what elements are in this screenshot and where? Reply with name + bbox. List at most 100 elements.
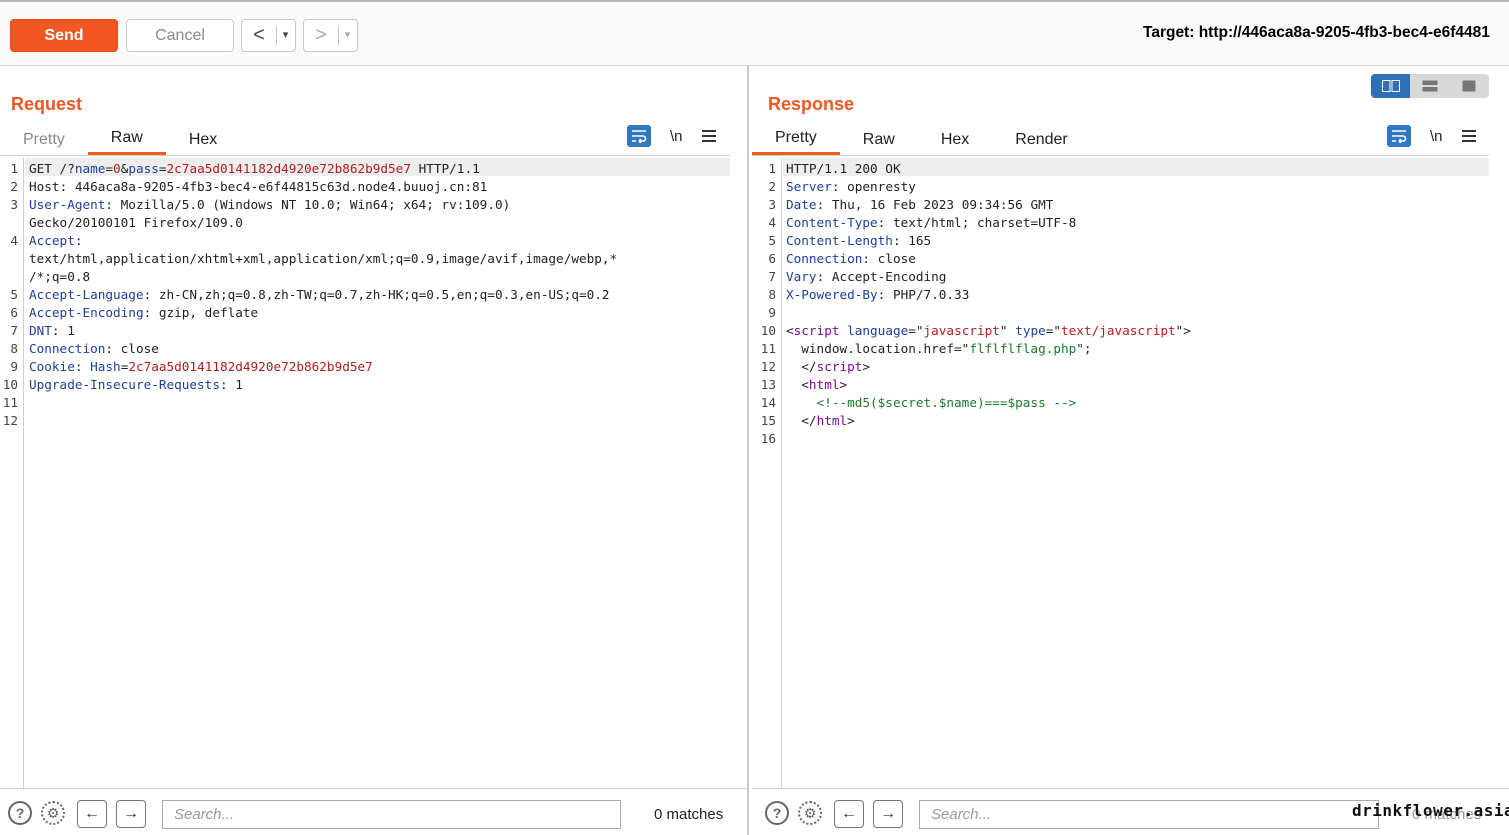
newline-toggle-icon[interactable]: \n bbox=[1430, 128, 1448, 145]
history-forward-control[interactable]: > ▾ bbox=[303, 19, 358, 52]
code-token: language bbox=[847, 323, 909, 338]
word-wrap-icon[interactable] bbox=[627, 125, 651, 147]
search-next-button[interactable]: → bbox=[873, 800, 903, 828]
search-prev-button[interactable]: ← bbox=[77, 800, 107, 828]
search-input[interactable]: Search... bbox=[919, 800, 1379, 829]
code-token: Connection bbox=[29, 341, 106, 356]
code-token: : bbox=[74, 233, 83, 248]
word-wrap-icon[interactable] bbox=[1387, 125, 1411, 147]
send-button[interactable]: Send bbox=[10, 19, 118, 52]
line-number: 8 bbox=[768, 287, 776, 302]
code-token: : 1 bbox=[219, 377, 243, 392]
code-line: Server: openresty bbox=[786, 178, 916, 196]
code-token: =" bbox=[908, 323, 924, 338]
back-arrow-icon[interactable]: < bbox=[242, 24, 276, 47]
tab-pretty[interactable]: Pretty bbox=[752, 124, 840, 155]
code-token: X-Powered-By bbox=[786, 287, 878, 302]
forward-arrow-icon[interactable]: > bbox=[304, 24, 338, 47]
line-number: 9 bbox=[10, 359, 18, 374]
match-count: 0 matches bbox=[654, 806, 724, 823]
response-editor[interactable]: 1 HTTP/1.1 200 OK 2 Server: openresty 3 Date:… bbox=[752, 158, 1489, 788]
line-number: 4 bbox=[10, 233, 18, 248]
back-dropdown-icon[interactable]: ▾ bbox=[276, 26, 294, 45]
response-title: Response bbox=[768, 94, 855, 114]
code-token: : close bbox=[862, 251, 916, 266]
code-token: /*;q=0.8 bbox=[29, 269, 91, 284]
code-line: Accept: bbox=[29, 232, 82, 250]
code-token: > bbox=[862, 359, 871, 374]
single-pane-icon[interactable] bbox=[1449, 74, 1488, 98]
line-number: 12 bbox=[760, 359, 776, 374]
forward-dropdown-icon[interactable]: ▾ bbox=[338, 26, 356, 45]
code-token: Date bbox=[786, 197, 817, 212]
code-token: Content-Type bbox=[786, 215, 878, 230]
help-icon[interactable]: ? bbox=[8, 801, 32, 825]
tabs-underline bbox=[752, 155, 1489, 156]
line-number: 6 bbox=[768, 251, 776, 266]
line-number: 15 bbox=[760, 413, 776, 428]
code-token: : openresty bbox=[831, 179, 916, 194]
line-number: 11 bbox=[2, 395, 18, 410]
panel-divider[interactable] bbox=[747, 66, 749, 835]
tab-raw[interactable]: Raw bbox=[87, 124, 166, 155]
code-token: : 1 bbox=[51, 323, 75, 338]
code-token: = bbox=[105, 161, 114, 176]
gear-icon[interactable]: ⚙ bbox=[41, 801, 65, 825]
search-prev-button[interactable]: ← bbox=[834, 800, 864, 828]
tab-raw[interactable]: Raw bbox=[840, 124, 918, 155]
search-input[interactable]: Search... bbox=[162, 800, 621, 829]
gear-icon[interactable]: ⚙ bbox=[798, 801, 822, 825]
code-token: Accept-Encoding bbox=[29, 305, 144, 320]
tab-render[interactable]: Render bbox=[992, 124, 1090, 155]
layout-toggle bbox=[1371, 74, 1489, 98]
code-token: " bbox=[999, 323, 1016, 338]
tabs-underline bbox=[0, 155, 730, 156]
tab-pretty[interactable]: Pretty bbox=[0, 124, 88, 155]
request-editor[interactable]: 1 GET /?name=0&pass=2c7aa5d0141182d4920e7… bbox=[0, 158, 730, 788]
line-number: 4 bbox=[768, 215, 776, 230]
code-line: Accept-Language: zh-CN,zh;q=0.8,zh-TW;q=… bbox=[29, 286, 610, 304]
request-tabs: Pretty Raw Hex bbox=[0, 124, 240, 158]
code-line: <html> bbox=[786, 376, 847, 394]
code-line: Connection: close bbox=[786, 250, 916, 268]
code-token: "; bbox=[1076, 341, 1092, 356]
tab-hex[interactable]: Hex bbox=[918, 124, 992, 155]
code-token: Accept bbox=[29, 233, 75, 248]
code-token: : PHP/7.0.33 bbox=[877, 287, 970, 302]
target-url[interactable]: Target: http://446aca8a-9205-4fb3-bec4-e… bbox=[1143, 24, 1490, 42]
code-line: Vary: Accept-Encoding bbox=[786, 268, 946, 286]
code-token: Connection bbox=[786, 251, 863, 266]
code-token: Vary bbox=[786, 269, 817, 284]
code-token: : bbox=[74, 359, 91, 374]
response-search-bar: ? ⚙ ← → Search... 0 matches drinkflower.… bbox=[752, 788, 1509, 835]
code-token: : Mozilla/5.0 (Windows NT 10.0; Win64; x… bbox=[105, 197, 511, 212]
code-token: GET /? bbox=[29, 161, 75, 176]
code-line: Date: Thu, 16 Feb 2023 09:34:56 GMT bbox=[786, 196, 1053, 214]
code-token: HTTP/1.1 200 OK bbox=[786, 161, 901, 176]
split-vertical-icon[interactable] bbox=[1410, 74, 1449, 98]
code-token: : 446aca8a-9205-4fb3-bec4-e6f44815c63d.n… bbox=[59, 179, 488, 194]
code-token: html bbox=[808, 377, 840, 392]
search-next-button[interactable]: → bbox=[116, 800, 146, 828]
code-token: : Thu, 16 Feb 2023 09:34:56 GMT bbox=[816, 197, 1054, 212]
help-icon[interactable]: ? bbox=[765, 801, 789, 825]
line-number: 5 bbox=[10, 287, 18, 302]
code-token: > bbox=[839, 377, 848, 392]
code-line: DNT: 1 bbox=[29, 322, 75, 340]
cancel-button[interactable]: Cancel bbox=[126, 19, 234, 52]
menu-icon[interactable] bbox=[1462, 127, 1476, 145]
code-token: </ bbox=[786, 413, 817, 428]
menu-icon[interactable] bbox=[702, 127, 716, 145]
split-horizontal-icon[interactable] bbox=[1371, 74, 1410, 98]
code-token: script bbox=[793, 323, 840, 338]
code-token: Server bbox=[786, 179, 832, 194]
line-number: 1 bbox=[10, 161, 18, 176]
history-back-control[interactable]: < ▾ bbox=[241, 19, 296, 52]
newline-toggle-icon[interactable]: \n bbox=[670, 128, 688, 145]
code-line: window.location.href="flflflflag.php"; bbox=[786, 340, 1092, 358]
line-number: 3 bbox=[768, 197, 776, 212]
tab-hex[interactable]: Hex bbox=[166, 124, 240, 155]
code-token: : text/html; charset=UTF-8 bbox=[877, 215, 1077, 230]
line-number: 7 bbox=[768, 269, 776, 284]
code-token: =" bbox=[1045, 323, 1062, 338]
